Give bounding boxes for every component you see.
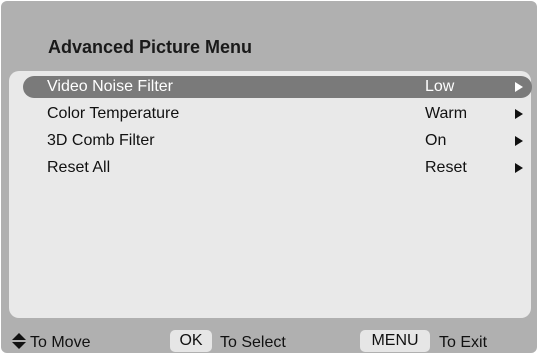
- menu-item-label: 3D Comb Filter: [47, 132, 155, 149]
- up-down-arrows-icon: [12, 333, 26, 349]
- menu-item-label: Reset All: [47, 159, 111, 176]
- exit-hint-label: To Exit: [439, 334, 488, 351]
- menu-key-badge: MENU: [360, 330, 430, 352]
- menu-item-value: Warm: [425, 105, 468, 122]
- menu-frame: Advanced Picture Menu Video Noise Filter…: [1, 1, 537, 353]
- move-hint-label: To Move: [30, 334, 91, 351]
- menu-title: Advanced Picture Menu: [48, 37, 253, 57]
- menu-item-video-noise-filter[interactable]: Video Noise Filter Low: [23, 76, 532, 98]
- menu-item-color-temperature[interactable]: Color Temperature Warm: [23, 103, 532, 125]
- ok-key-badge: OK: [170, 330, 212, 352]
- right-triangle-icon: [515, 82, 523, 92]
- menu-item-3d-comb-filter[interactable]: 3D Comb Filter On: [23, 130, 532, 152]
- button-hint-bar: To Move OK To Select MENU To Exit: [1, 321, 537, 353]
- menu-item-label: Color Temperature: [47, 105, 180, 122]
- right-triangle-icon: [515, 109, 523, 119]
- menu-item-label: Video Noise Filter: [47, 78, 173, 95]
- menu-item-value: Reset: [425, 159, 467, 176]
- menu-item-value: Low: [425, 78, 455, 95]
- right-triangle-icon: [515, 136, 523, 146]
- select-hint-label: To Select: [220, 334, 286, 351]
- menu-item-reset-all[interactable]: Reset All Reset: [23, 157, 532, 179]
- menu-item-value: On: [425, 132, 447, 149]
- right-triangle-icon: [515, 163, 523, 173]
